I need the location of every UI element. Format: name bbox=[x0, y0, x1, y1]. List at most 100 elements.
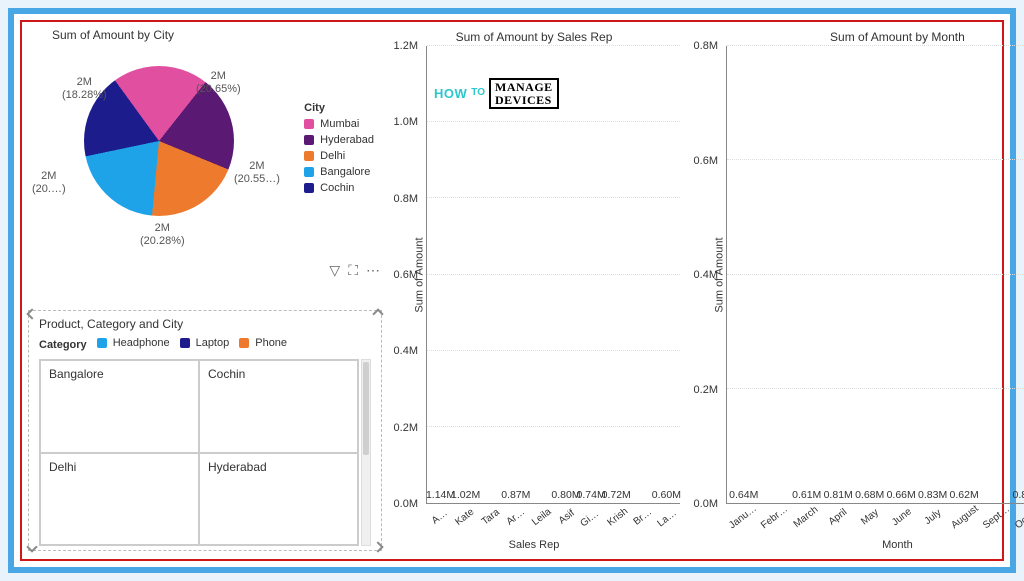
visual-toolbar: ▽ ⛶ ⋯ bbox=[329, 262, 380, 279]
salesrep-plot: 1.14M1.02M0.87M0.80M0.74M0.72M0.60M bbox=[426, 46, 680, 504]
y-tick: 0.4M bbox=[394, 345, 418, 357]
dashboard-frame-outer: Sum of Amount by City 2M (20.65%) 2M (20… bbox=[8, 8, 1016, 573]
pie-legend-item[interactable]: Mumbai bbox=[304, 118, 374, 130]
matrix-legend-item[interactable]: Phone bbox=[239, 337, 287, 349]
y-tick: 1.2M bbox=[394, 40, 418, 52]
filter-icon[interactable]: ▽ bbox=[329, 262, 340, 279]
more-options-icon[interactable]: ⋯ bbox=[366, 262, 380, 279]
watermark-logo: HOW TO MANAGEDEVICES bbox=[434, 78, 559, 109]
x-tick-label: February bbox=[759, 503, 791, 531]
matrix-legend-item[interactable]: Laptop bbox=[180, 337, 230, 349]
legend-swatch bbox=[239, 338, 249, 348]
x-tick-label: Ar… bbox=[503, 505, 530, 529]
y-tick: 0.6M bbox=[394, 269, 418, 281]
matrix-cell[interactable]: Cochin bbox=[199, 360, 358, 453]
y-tick: 0.2M bbox=[694, 384, 718, 396]
legend-label: Headphone bbox=[113, 337, 170, 349]
salesrep-x-labels: A…KateTaraAr…LeilaAsifGia…KrishBr…Lax… bbox=[426, 506, 680, 517]
x-tick-label: Gia… bbox=[579, 505, 606, 529]
x-tick-label: May bbox=[854, 503, 886, 531]
y-tick: 0.4M bbox=[694, 269, 718, 281]
month-plot: 0.64M0.61M0.81M0.68M0.66M0.83M0.62M0.83M… bbox=[726, 46, 1024, 504]
bar-data-label: 0.60M bbox=[652, 489, 681, 501]
x-tick-label: April bbox=[822, 503, 854, 531]
bar-data-label: 0.64M bbox=[729, 489, 758, 501]
matrix-cell[interactable]: Hyderabad bbox=[199, 453, 358, 546]
legend-swatch bbox=[180, 338, 190, 348]
x-tick-label: January bbox=[727, 503, 759, 531]
y-tick: 0.8M bbox=[694, 40, 718, 52]
legend-label: Cochin bbox=[320, 182, 354, 194]
legend-swatch bbox=[304, 167, 314, 177]
x-tick-label: March bbox=[791, 503, 823, 531]
bar-data-label: 0.61M bbox=[792, 489, 821, 501]
pie-label-hyderabad: 2M (20.55…) bbox=[234, 160, 280, 185]
pie-legend-title: City bbox=[304, 102, 374, 114]
pie-legend-item[interactable]: Bangalore bbox=[304, 166, 374, 178]
legend-label: Phone bbox=[255, 337, 287, 349]
x-tick-label: Septem… bbox=[981, 503, 1013, 531]
bar-data-label: 0.87M bbox=[501, 489, 530, 501]
month-chart[interactable]: Sum of Amount by Month Sum of Amount 0.0… bbox=[684, 24, 1024, 557]
pie-legend-item[interactable]: Delhi bbox=[304, 150, 374, 162]
y-tick: 0.0M bbox=[694, 498, 718, 510]
x-tick-label: October bbox=[1013, 503, 1024, 531]
y-tick: 0.0M bbox=[394, 498, 418, 510]
legend-label: Hyderabad bbox=[320, 134, 374, 146]
month-title: Sum of Amount by Month bbox=[688, 26, 1024, 46]
y-tick: 0.6M bbox=[694, 155, 718, 167]
matrix-legend-item[interactable]: Headphone bbox=[97, 337, 170, 349]
pie-label-bangalore: 2M (20.…) bbox=[32, 170, 66, 195]
y-tick: 1.0M bbox=[394, 116, 418, 128]
pie-legend: City Mumbai Hyderabad Delhi Bangalore Cochin bbox=[304, 102, 374, 198]
dashboard-frame-inner: Sum of Amount by City 2M (20.65%) 2M (20… bbox=[20, 20, 1004, 561]
bar-data-label: 0.83M bbox=[918, 489, 947, 501]
legend-label: Laptop bbox=[196, 337, 230, 349]
matrix-cell[interactable]: Bangalore bbox=[40, 360, 199, 453]
pie-label-delhi: 2M (20.28%) bbox=[140, 222, 185, 247]
focus-mode-icon[interactable]: ⛶ bbox=[348, 262, 358, 279]
bar-data-label: 0.83M bbox=[1013, 489, 1024, 501]
matrix-visual[interactable]: Product, Category and City Category Head… bbox=[28, 310, 382, 551]
bar-data-label: 0.81M bbox=[824, 489, 853, 501]
matrix-scrollbar[interactable] bbox=[361, 359, 371, 546]
y-tick: 0.8M bbox=[394, 193, 418, 205]
legend-label: Mumbai bbox=[320, 118, 359, 130]
pie-label-mumbai: 2M (20.65%) bbox=[196, 70, 241, 95]
x-tick-label: Krish bbox=[604, 505, 631, 529]
bar-data-label: 1.02M bbox=[451, 489, 480, 501]
logo-to: TO bbox=[471, 87, 485, 98]
legend-swatch bbox=[304, 183, 314, 193]
x-tick-label: Leila bbox=[528, 505, 555, 529]
salesrep-title: Sum of Amount by Sales Rep bbox=[388, 26, 680, 46]
x-tick-label: August bbox=[949, 503, 981, 531]
legend-swatch bbox=[304, 151, 314, 161]
x-tick-label: June bbox=[886, 503, 918, 531]
salesrep-x-title: Sales Rep bbox=[388, 539, 680, 551]
month-x-labels: JanuaryFebruaryMarchAprilMayJuneJulyAugu… bbox=[726, 506, 1024, 517]
legend-label: Bangalore bbox=[320, 166, 370, 178]
y-tick: 0.2M bbox=[394, 422, 418, 434]
bar-data-label: 0.66M bbox=[887, 489, 916, 501]
pie-legend-item[interactable]: Hyderabad bbox=[304, 134, 374, 146]
bar-data-label: 0.68M bbox=[855, 489, 884, 501]
x-tick-label: Asif bbox=[553, 505, 580, 529]
x-tick-label: Kate bbox=[452, 505, 479, 529]
x-tick-label: Lax… bbox=[655, 505, 682, 529]
matrix-grid: Bangalore Cochin Delhi Hyderabad bbox=[39, 359, 359, 546]
matrix-title: Product, Category and City bbox=[39, 317, 371, 331]
bar-data-label: 0.72M bbox=[602, 489, 631, 501]
legend-swatch bbox=[304, 119, 314, 129]
matrix-cell[interactable]: Delhi bbox=[40, 453, 199, 546]
pie-chart[interactable]: 2M (20.65%) 2M (20.55…) 2M (20.28%) 2M (… bbox=[24, 44, 384, 284]
x-tick-label: A… bbox=[426, 505, 453, 529]
logo-how: HOW bbox=[434, 86, 467, 101]
legend-label: Delhi bbox=[320, 150, 345, 162]
pie-title: Sum of Amount by City bbox=[24, 24, 384, 44]
pie-legend-item[interactable]: Cochin bbox=[304, 182, 374, 194]
legend-swatch bbox=[304, 135, 314, 145]
left-column: Sum of Amount by City 2M (20.65%) 2M (20… bbox=[24, 24, 384, 557]
logo-box: MANAGEDEVICES bbox=[489, 78, 559, 109]
month-x-title: Month bbox=[688, 539, 1024, 551]
x-tick-label: July bbox=[918, 503, 950, 531]
